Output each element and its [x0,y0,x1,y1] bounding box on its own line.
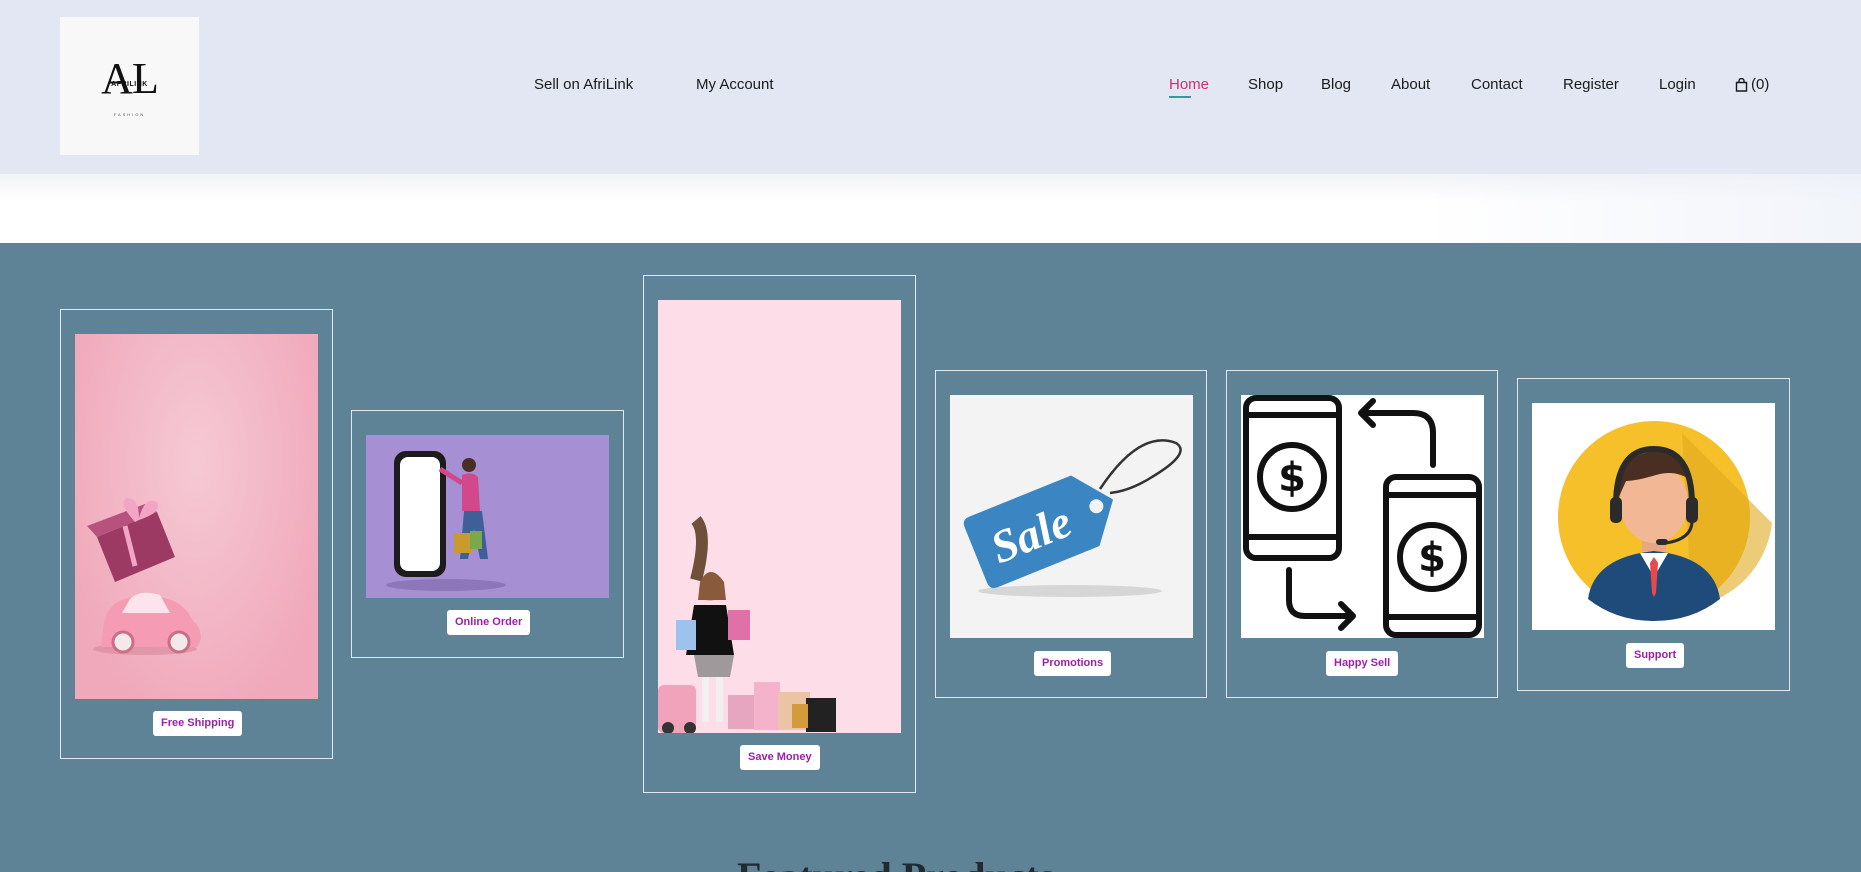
section-heading: Featured Products [737,857,1054,872]
nav-my-account[interactable]: My Account [696,76,774,94]
feature-card-online-order: Online Order [351,410,624,658]
nav-contact[interactable]: Contact [1471,76,1523,94]
logo-name: AFRILINK [111,81,148,88]
support-button[interactable]: Support [1626,643,1685,668]
site-logo[interactable]: AL AFRILINK FASHION [60,17,199,155]
free-shipping-image [75,334,318,699]
nav-about[interactable]: About [1391,76,1430,94]
phone-exchange-icon: $ $ [1243,395,1482,638]
logo-tagline: FASHION [113,112,146,117]
promotions-image: Sale [950,395,1193,638]
save-money-button[interactable]: Save Money [740,745,820,770]
shopping-girl-illustration [658,516,836,733]
svg-text:$: $ [1278,455,1306,501]
shopping-bag-icon [1735,78,1748,92]
promotions-button[interactable]: Promotions [1034,651,1112,676]
support-agent-icon [1558,421,1772,621]
sale-tag-icon: Sale [963,439,1182,597]
free-shipping-button[interactable]: Free Shipping [153,711,243,736]
save-money-image [658,300,901,733]
logo-mark: AL [101,54,159,103]
nav-login[interactable]: Login [1659,76,1696,94]
feature-card-promotions: Sale Promotions [935,370,1207,698]
cart-count[interactable]: (0) [1751,76,1769,94]
nav-home[interactable]: Home [1169,76,1209,94]
nav-shop[interactable]: Shop [1248,76,1283,94]
online-order-button[interactable]: Online Order [447,610,531,635]
site-header: AL AFRILINK FASHION Sell on AfriLink My … [0,0,1861,174]
svg-text:$: $ [1418,535,1446,581]
happy-sell-image: $ $ [1241,395,1484,638]
feature-card-save-money: Save Money [643,275,916,793]
nav-register[interactable]: Register [1563,76,1619,94]
toy-car-gift-illustration [87,498,201,655]
feature-card-free-shipping: Free Shipping [60,309,333,759]
nav-blog[interactable]: Blog [1321,76,1351,94]
phone-shopping-illustration [386,451,506,591]
feature-card-support: Support [1517,378,1790,691]
online-order-image [366,435,609,598]
feature-card-happy-sell: $ $ Happy Sell [1226,370,1498,698]
nav-active-indicator [1169,96,1191,98]
nav-sell-on-afrilink[interactable]: Sell on AfriLink [534,76,633,94]
support-image [1532,403,1775,630]
hero-strip-fade [1420,174,1861,243]
happy-sell-button[interactable]: Happy Sell [1326,651,1399,676]
